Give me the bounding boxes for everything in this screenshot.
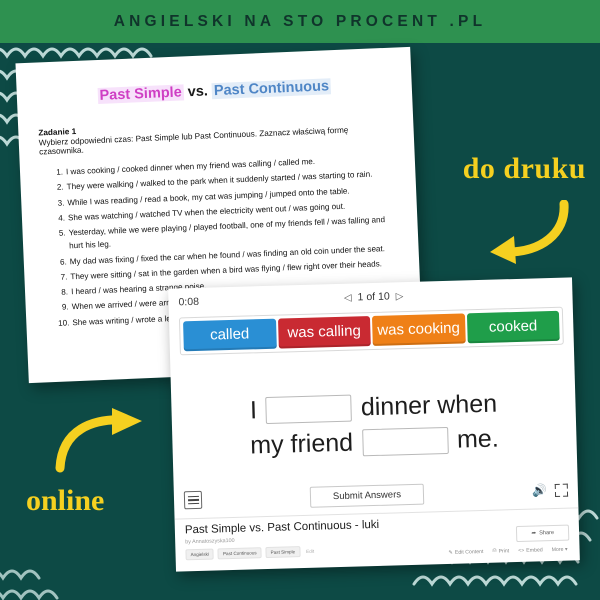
quiz-action-link[interactable]: More ▾ [552, 546, 568, 552]
action-label: More ▾ [551, 546, 568, 553]
word-bank-chip[interactable]: was calling [277, 316, 371, 349]
action-icon: ⎙ [492, 547, 497, 554]
quiz-top-bar: 0:08 ◁ 1 of 10 ▷ [178, 284, 562, 311]
sentence-text-3: my friend [249, 428, 354, 459]
worksheet-item-number: 8. [61, 287, 69, 297]
worksheet-title-past-continuous: Past Continuous [211, 78, 332, 100]
brand-title: ANGIELSKI NA STO PROCENT .PL [113, 12, 487, 30]
answer-blank-2[interactable] [361, 426, 449, 456]
action-label: Print [498, 547, 510, 555]
worksheet-item-number: 1. [56, 167, 64, 177]
quiz-player-area: 0:08 ◁ 1 of 10 ▷ called was calling was co… [168, 277, 579, 520]
quiz-timer: 0:08 [178, 295, 200, 309]
worksheet-item-number: 9. [61, 302, 69, 313]
fullscreen-icon[interactable] [554, 483, 569, 497]
menu-icon[interactable] [183, 490, 203, 510]
prev-question-icon[interactable]: ◁ [344, 292, 352, 303]
poster-canvas: ANGIELSKI NA STO PROCENT .PL Past Simple… [0, 0, 600, 600]
brand-header-bar: ANGIELSKI NA STO PROCENT .PL [0, 0, 600, 43]
annotation-do-druku: do druku [462, 152, 586, 185]
annotation-online: online [26, 484, 105, 517]
quiz-tag[interactable]: Past Continuous [217, 547, 262, 560]
share-label: Share [539, 530, 555, 537]
worksheet-item-number: 10. [57, 318, 70, 328]
worksheet-item-number: 4. [58, 213, 66, 223]
word-bank-chip[interactable]: was cooking [371, 313, 466, 347]
worksheet-item-number: 2. [56, 182, 64, 193]
sentence-text-4: me. [456, 424, 500, 454]
quiz-page-indicator: 1 of 10 [357, 290, 390, 304]
quiz-sentence-line-2: my friend me. [250, 424, 499, 460]
share-icon: ➦ [531, 530, 537, 537]
share-button[interactable]: ➦ Share [516, 524, 570, 543]
submit-answers-button[interactable]: Submit Answers [309, 483, 425, 508]
word-bank-chip[interactable]: cooked [466, 310, 560, 344]
worksheet-title: Past Simple vs. Past Continuous [37, 76, 392, 107]
quiz-action-link[interactable]: ✎ Edit Content [448, 548, 483, 555]
worksheet-item-number: 3. [57, 198, 65, 208]
online-quiz-window: 0:08 ◁ 1 of 10 ▷ called was calling was co… [168, 277, 580, 572]
worksheet-title-vs: vs. [183, 83, 213, 101]
worksheet-item-number: 7. [60, 272, 68, 282]
next-question-icon[interactable]: ▷ [396, 291, 404, 302]
wave-pattern-bottom-left [0, 569, 59, 600]
quiz-right-icons: 🔊 [532, 483, 569, 498]
worksheet-item-number: 6. [59, 257, 68, 267]
action-label: Embed [526, 546, 543, 554]
arrow-to-quiz-icon [55, 408, 142, 473]
quiz-meta-section: Past Simple vs. Past Continuous - luki b… [175, 508, 580, 571]
answer-blank-1[interactable] [265, 394, 353, 424]
quiz-action-link[interactable]: ⎙ Print [492, 547, 509, 554]
quiz-tag[interactable]: Past Simple [265, 546, 301, 559]
worksheet-item-number: 5. [58, 228, 66, 238]
action-icon: <> [518, 547, 525, 554]
word-bank-chip[interactable]: called [183, 318, 277, 352]
action-icon: ✎ [448, 549, 453, 556]
quiz-tag[interactable]: Angielski [185, 548, 215, 561]
edit-tags-link[interactable]: Edit [304, 549, 314, 554]
quiz-sentence-line-1: I dinner when [250, 389, 498, 425]
quiz-action-link[interactable]: <> Embed [518, 547, 543, 554]
worksheet-title-past-simple: Past Simple [97, 84, 185, 104]
arrow-to-worksheet-icon [490, 200, 569, 264]
sentence-text-2: dinner when [360, 389, 498, 421]
quiz-pager: ◁ 1 of 10 ▷ [199, 286, 549, 308]
sentence-text-1: I [249, 395, 258, 424]
speaker-icon[interactable]: 🔊 [532, 483, 547, 497]
action-label: Edit Content [454, 548, 484, 556]
